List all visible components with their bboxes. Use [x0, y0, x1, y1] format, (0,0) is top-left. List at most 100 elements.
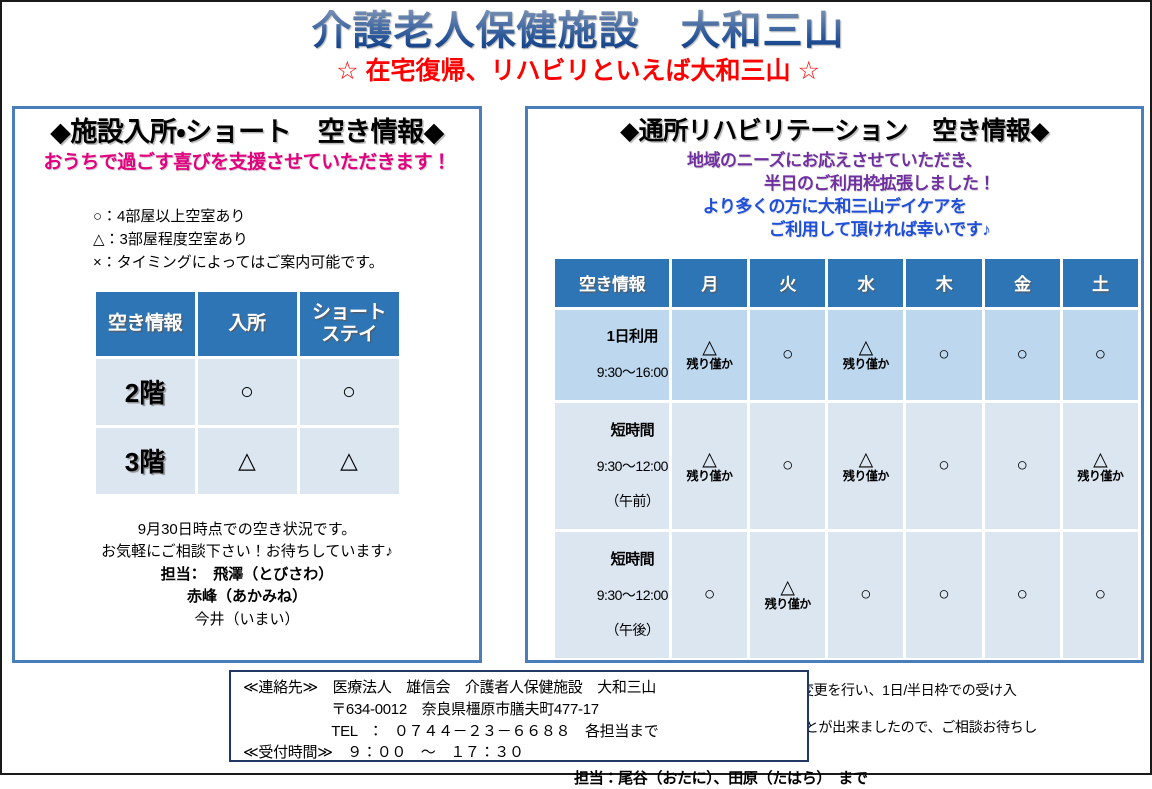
vacancy-mark: ○ [240, 377, 254, 404]
vacancy-mark: △ [702, 448, 717, 470]
vacancy-mark: △ [858, 448, 874, 470]
vacancy-note: 残り僅か [842, 357, 890, 372]
row-label-line1: 短時間 [610, 421, 655, 439]
row-service-label: 短時間 9:30〜12:00 （午前） [555, 403, 669, 529]
vacancy-mark: ○ [342, 377, 356, 404]
header-vacancy-info: 空き情報 [555, 258, 669, 307]
cell-thu: ○ [906, 309, 982, 401]
cell-fri: ○ [984, 532, 1060, 658]
cell-wed: △ 残り僅か [828, 309, 904, 401]
vacancy-mark: ○ [938, 455, 950, 477]
row-label-line2: 9:30〜12:00 [596, 586, 669, 603]
vacancy-note: 残り僅か [842, 468, 890, 483]
cell-admission: ○ [197, 358, 297, 425]
cell-mon: ○ [671, 532, 748, 658]
vacancy-mark: ○ [1094, 343, 1107, 365]
table-row: 3階 △ △ [95, 427, 399, 494]
header-vacancy-info: 空き情報 [95, 291, 195, 356]
contact-line-address: 〒634-0012 奈良県橿原市膳夫町477-17 [243, 700, 599, 718]
header-short-stay-line2: ステイ [321, 323, 377, 345]
admission-vacancy-table: 空き情報 入所 ショート ステイ 2階 ○ ○ 3階 △ △ [93, 289, 402, 497]
cell-tue: ○ [750, 309, 826, 401]
right-panel-notice: 地域のニーズにお応えさせていただき、 半日のご利用枠拡張しました！ より多くの方… [528, 150, 1141, 242]
vacancy-mark: ○ [1016, 343, 1028, 365]
header-day-mon: 月 [671, 258, 748, 307]
row-floor-label: 3階 [95, 427, 195, 494]
row-label-line3: （午後） [605, 621, 660, 638]
row-label-line2: 9:30〜16:00 [596, 364, 669, 381]
row-floor-label: 2階 [95, 358, 195, 425]
page-subtitle: ☆ 在宅復帰、リハビリといえば大和三山 ☆ [336, 57, 820, 85]
vacancy-note: 残り僅か [1077, 468, 1124, 483]
cell-thu: ○ [906, 532, 982, 658]
header-day-tue: 火 [750, 258, 826, 307]
right-panel-heading: ◆通所リハビリテーション 空き情報◆ [620, 117, 1049, 145]
vacancy-note: 残り僅か [686, 357, 734, 372]
row-label-line1: 1日利用 [606, 328, 659, 345]
table-row: 1日利用 9:30〜16:00 △ 残り僅か ○ △ 残り僅か ○ ○ ○ [555, 309, 1138, 401]
row-service-label: 1日利用 9:30〜16:00 [555, 309, 669, 401]
cell-fri: ○ [984, 309, 1060, 401]
vacancy-note: 残り僅か [764, 597, 812, 612]
row-service-label: 短時間 9:30〜12:00 （午後） [555, 532, 669, 658]
cell-wed: ○ [828, 532, 904, 658]
daycare-rehab-panel: ◆通所リハビリテーション 空き情報◆ 地域のニーズにお応えさせていただき、 半日… [525, 106, 1144, 787]
vacancy-mark: △ [702, 337, 717, 359]
table-row: 2階 ○ ○ [95, 358, 399, 425]
cell-wed: △ 残り僅か [828, 403, 904, 529]
staff-line: 担当： 飛澤（とびさわ） [160, 565, 334, 583]
cell-tue: △ 残り僅か [750, 532, 826, 658]
vacancy-note: 残り僅か [686, 468, 734, 483]
footnote-line: お気軽にご相談下さい！お待ちしています♪ [101, 543, 393, 561]
table-header-row: 空き情報 入所 ショート ステイ [95, 291, 399, 356]
left-panel-subheading: おうちで過ごす喜びを支援させていただきます！ [43, 152, 451, 174]
vacancy-mark: ○ [1016, 455, 1028, 477]
header-short-stay: ショート ステイ [299, 291, 399, 356]
left-panel-heading: ◆施設入所・ショート 空き情報◆ [50, 117, 444, 147]
staff-line: 赤峰（あかみね） [186, 588, 307, 606]
page-header: 介護老人保健施設 大和三山 ☆ 在宅復帰、リハビリといえば大和三山 ☆ [2, 8, 1152, 86]
page-title: 介護老人保健施設 大和三山 [2, 8, 1152, 54]
facility-admission-panel: ◆施設入所・ショート 空き情報◆ おうちで過ごす喜びを支援させていただきます！ … [12, 106, 482, 663]
vacancy-mark: ○ [938, 583, 950, 605]
cell-short-stay: △ [299, 427, 399, 494]
row-label-line3: （午前） [605, 493, 660, 509]
vacancy-mark: △ [780, 577, 796, 599]
table-row: 短時間 9:30〜12:00 （午後） ○ △ 残り僅か ○ ○ ○ ○ [555, 532, 1138, 658]
cell-tue: ○ [750, 403, 826, 529]
contact-line-organization: ≪連絡先≫ 医療法人 雄信会 介護者人保健施設 大和三山 [243, 679, 657, 696]
vacancy-mark: ○ [703, 583, 716, 605]
cell-sat: △ 残り僅か [1062, 403, 1138, 529]
cell-short-stay: ○ [299, 358, 399, 425]
cell-admission: △ [197, 427, 297, 494]
header-day-fri: 金 [984, 258, 1060, 307]
vacancy-mark: ○ [1016, 583, 1028, 605]
vacancy-mark: △ [1093, 448, 1108, 470]
cell-sat: ○ [1062, 532, 1138, 658]
contact-box: ≪連絡先≫ 医療法人 雄信会 介護者人保健施設 大和三山 〒634-0012 奈… [229, 670, 809, 762]
left-panel-footnote: 9月30日時点での空き状況です。 お気軽にご相談下さい！お待ちしています♪ 担当… [15, 519, 479, 632]
vacancy-mark: ○ [938, 343, 950, 365]
vacancy-mark: △ [340, 446, 358, 473]
footnote-line: 9月30日時点での空き状況です。 [137, 520, 357, 538]
header-admission: 入所 [197, 291, 297, 356]
header-short-stay-line1: ショート [311, 302, 387, 324]
cell-thu: ○ [906, 403, 982, 529]
vacancy-mark: ○ [781, 455, 794, 477]
row-label-line2: 9:30〜12:00 [596, 458, 669, 474]
notice-line-purple: 地域のニーズにお応えさせていただき、 [687, 150, 982, 170]
contact-line-hours: ≪受付時間≫ ９：００ ～ １７：３０ [243, 744, 524, 762]
notice-line-blue: より多くの方に大和三山デイケアを [702, 196, 967, 216]
vacancy-mark: ○ [1094, 583, 1107, 605]
staff-line: 今井（いまい） [194, 610, 300, 628]
legend-item-circle: ○：4部屋以上空室あり [93, 207, 246, 225]
header-day-sat: 土 [1062, 258, 1138, 307]
notice-line-blue: ご利用して頂ければ幸いです♪ [768, 219, 991, 239]
contact-line-tel: TEL ： ０７４４－２３－６６８８ 各担当まで [243, 722, 659, 740]
vacancy-legend: ○：4部屋以上空室あり △：3部屋程度空室あり ×：タイミングによってはご案内可… [93, 205, 479, 275]
notice-line-purple: 半日のご利用枠拡張しました！ [764, 173, 996, 193]
table-row: 短時間 9:30〜12:00 （午前） △ 残り僅か ○ △ 残り僅か ○ ○ … [555, 403, 1138, 529]
row-label-line1: 短時間 [610, 550, 655, 568]
cell-sat: ○ [1062, 309, 1138, 401]
legend-item-triangle: △：3部屋程度空室あり [93, 231, 248, 249]
